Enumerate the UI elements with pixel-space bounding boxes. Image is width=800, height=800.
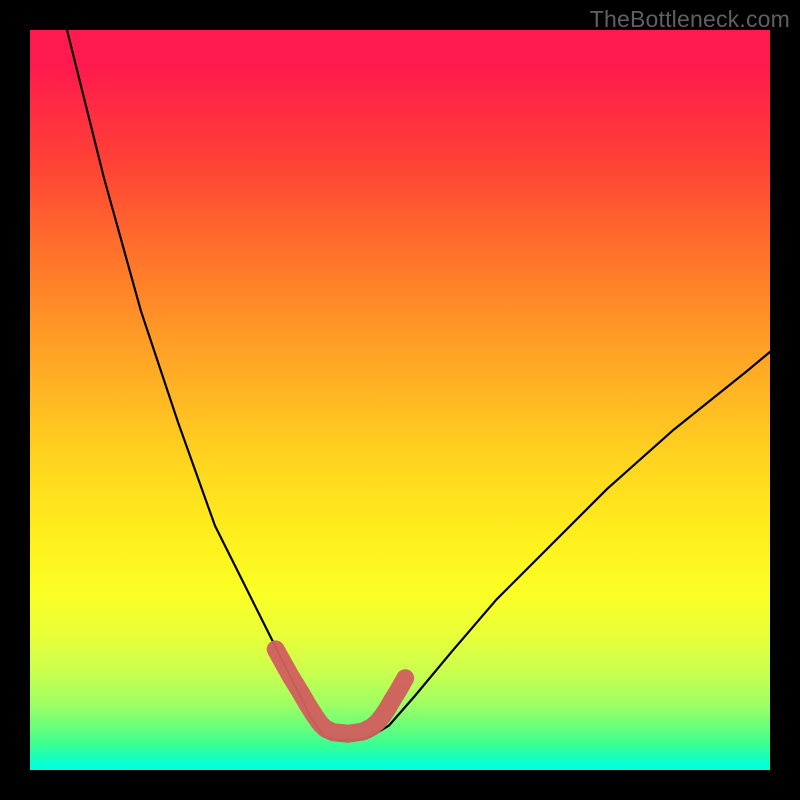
- chart-svg: [30, 30, 770, 770]
- plot-area: [30, 30, 770, 770]
- pink-accent-mark: [276, 649, 406, 733]
- chart-frame: TheBottleneck.com: [0, 0, 800, 800]
- black-curve: [67, 30, 770, 740]
- watermark-text: TheBottleneck.com: [590, 6, 790, 33]
